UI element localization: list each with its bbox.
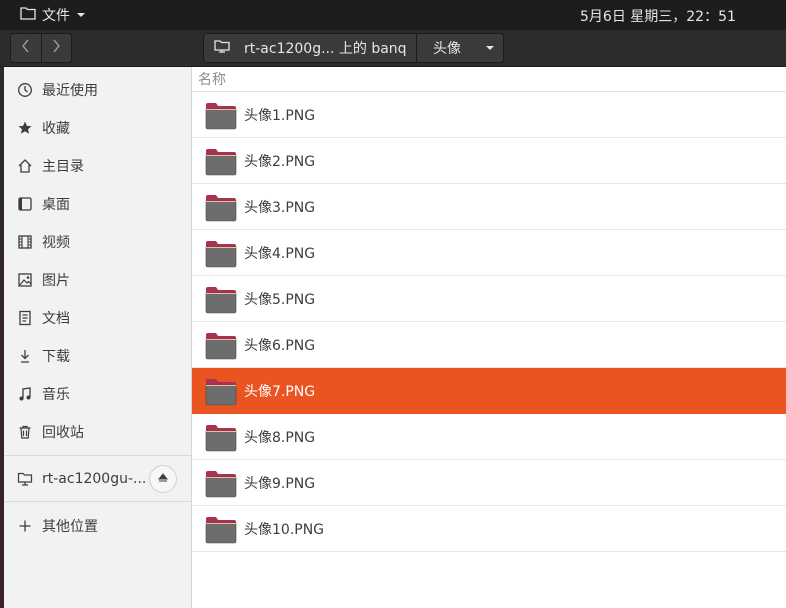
chevron-down-icon: [485, 40, 495, 56]
star-icon: [17, 120, 33, 136]
sidebar-item-desktop[interactable]: 桌面: [4, 186, 191, 222]
folder-icon: [205, 514, 237, 544]
folder-icon: [205, 146, 237, 176]
column-header-label: 名称: [198, 72, 226, 88]
app-menu[interactable]: 文件: [20, 5, 86, 25]
image-icon: [17, 272, 33, 288]
file-name: 头像9.PNG: [244, 475, 316, 492]
forward-button[interactable]: [40, 34, 72, 62]
sidebar-item-label: 其他位置: [42, 519, 98, 535]
sidebar-item-trash[interactable]: 回收站: [4, 414, 191, 450]
sidebar-item-downloads[interactable]: 下载: [4, 338, 191, 374]
chevron-down-icon: [76, 7, 86, 23]
sidebar-item-videos[interactable]: 视频: [4, 224, 191, 260]
nav-buttons: [10, 33, 72, 63]
path-crumb-label: 头像: [433, 41, 461, 57]
sidebar-item-pictures[interactable]: 图片: [4, 262, 191, 298]
sidebar-item-label: 下载: [42, 349, 70, 365]
header-bar: rt-ac1200g... 上的 banq 头像: [0, 30, 786, 67]
folder-icon: [205, 376, 237, 406]
folder-icon: [205, 468, 237, 498]
eject-button[interactable]: [149, 465, 177, 493]
file-name: 头像2.PNG: [244, 153, 316, 170]
sidebar-item-recent[interactable]: 最近使用: [4, 72, 191, 108]
clock-icon: [17, 82, 33, 98]
folder-icon: [205, 238, 237, 268]
path-crumb-label: rt-ac1200g... 上的 banq: [244, 41, 407, 57]
file-name: 头像1.PNG: [244, 107, 316, 124]
network-drive-icon: [17, 471, 33, 487]
file-row[interactable]: 头像4.PNG: [192, 230, 786, 276]
sidebar-item-starred[interactable]: 收藏: [4, 110, 191, 146]
sidebar-item-label: 收藏: [42, 121, 70, 137]
folder-icon: [205, 192, 237, 222]
file-row[interactable]: 头像6.PNG: [192, 322, 786, 368]
file-row[interactable]: 头像7.PNG: [192, 368, 786, 414]
sidebar-item-label: 文档: [42, 311, 70, 327]
sidebar-item-label: 图片: [42, 273, 70, 289]
download-icon: [17, 348, 33, 364]
file-row[interactable]: 头像3.PNG: [192, 184, 786, 230]
sidebar-item-label: 桌面: [42, 197, 70, 213]
file-name: 头像10.PNG: [244, 521, 325, 538]
sidebar-item-other-locations[interactable]: 其他位置: [4, 508, 191, 544]
folder-icon: [205, 284, 237, 314]
file-row[interactable]: 头像10.PNG: [192, 506, 786, 552]
file-name: 头像7.PNG: [244, 383, 316, 400]
sidebar-item-network-drive[interactable]: rt-ac1200gu-...: [4, 461, 191, 497]
path-bar: rt-ac1200g... 上的 banq 头像: [203, 33, 504, 63]
chevron-right-icon: [52, 39, 61, 57]
home-icon: [17, 158, 33, 174]
document-icon: [17, 310, 33, 326]
eject-icon: [157, 471, 169, 487]
sidebar-item-label: rt-ac1200gu-...: [42, 471, 147, 487]
sidebar-separator: [4, 455, 191, 456]
folder-icon: [20, 6, 36, 24]
sidebar-separator: [4, 501, 191, 502]
chevron-left-icon: [21, 39, 30, 57]
sidebar-item-home[interactable]: 主目录: [4, 148, 191, 184]
back-button[interactable]: [11, 34, 41, 62]
column-header-name[interactable]: 名称: [192, 67, 786, 92]
network-folder-icon: [214, 39, 230, 57]
file-row[interactable]: 头像8.PNG: [192, 414, 786, 460]
path-crumb-location[interactable]: rt-ac1200g... 上的 banq: [204, 34, 417, 62]
file-name: 头像4.PNG: [244, 245, 316, 262]
file-row[interactable]: 头像2.PNG: [192, 138, 786, 184]
file-row[interactable]: 头像9.PNG: [192, 460, 786, 506]
file-name: 头像5.PNG: [244, 291, 316, 308]
top-bar: 文件 5月6日 星期三，22：51: [0, 0, 786, 30]
sidebar-item-label: 回收站: [42, 425, 84, 441]
app-menu-label: 文件: [42, 8, 70, 24]
video-icon: [17, 234, 33, 250]
file-list: 名称 头像1.PNG 头像2.PNG 头像3.PNG 头像4.PNG 头像5.PNG 头像…: [192, 67, 786, 608]
folder-icon: [205, 330, 237, 360]
plus-icon: [17, 518, 33, 534]
file-name: 头像8.PNG: [244, 429, 316, 446]
sidebar-item-music[interactable]: 音乐: [4, 376, 191, 412]
sidebar-item-label: 音乐: [42, 387, 70, 403]
sidebar-item-label: 主目录: [42, 159, 84, 175]
file-row[interactable]: 头像5.PNG: [192, 276, 786, 322]
file-name: 头像6.PNG: [244, 337, 316, 354]
sidebar-item-documents[interactable]: 文档: [4, 300, 191, 336]
clock[interactable]: 5月6日 星期三，22：51: [580, 6, 736, 26]
file-name: 头像3.PNG: [244, 199, 316, 216]
path-crumb-current[interactable]: 头像: [417, 34, 503, 62]
file-row[interactable]: 头像1.PNG: [192, 92, 786, 138]
desktop-icon: [17, 196, 33, 212]
folder-icon: [205, 100, 237, 130]
music-icon: [17, 386, 33, 402]
folder-icon: [205, 422, 237, 452]
sidebar-item-label: 最近使用: [42, 83, 98, 99]
sidebar-item-label: 视频: [42, 235, 70, 251]
trash-icon: [17, 424, 33, 440]
